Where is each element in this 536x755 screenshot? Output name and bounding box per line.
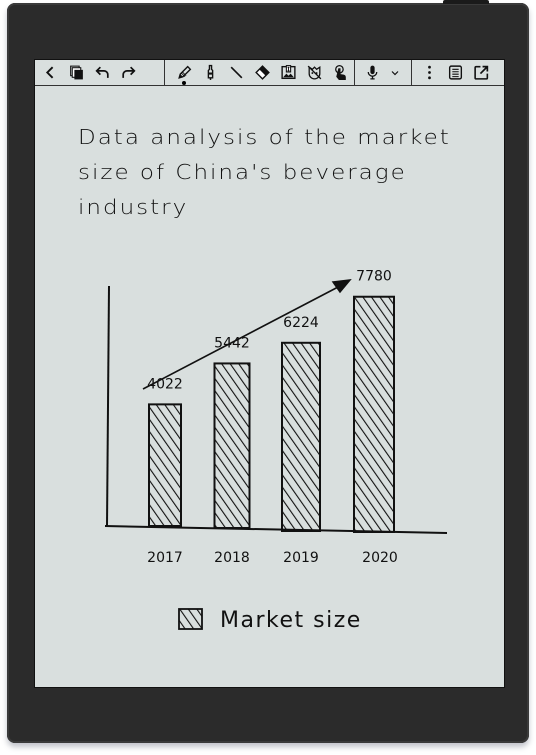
more-button[interactable]: [416, 61, 442, 85]
lasso-button[interactable]: [301, 61, 327, 85]
legend-swatch: [178, 608, 203, 630]
data-label-2019: 6224: [283, 315, 319, 331]
notes-icon: [448, 65, 462, 80]
undo-button[interactable]: [89, 61, 115, 85]
bar-2020: [353, 295, 395, 533]
voice-options-dropdown[interactable]: [385, 61, 405, 85]
marker-icon: [207, 64, 213, 80]
note-canvas[interactable]: Data analysis of the market size of Chin…: [35, 86, 504, 687]
export-button[interactable]: [468, 61, 494, 85]
microphone-icon: [367, 65, 377, 80]
undo-icon: [94, 66, 109, 78]
market-size-chart: 40222017544220186224201977802020 Market …: [104, 269, 448, 633]
more-vertical-icon: [427, 65, 431, 80]
toolbar-group-tools: [165, 60, 355, 85]
x-tick-2020: 2020: [362, 550, 398, 566]
bar-2017: [148, 403, 182, 528]
note-screen: Data analysis of the market size of Chin…: [34, 59, 505, 688]
touch-icon: [334, 64, 346, 80]
y-axis: [106, 285, 110, 527]
bar-2019: [281, 341, 321, 533]
trend-arrow-head: [331, 279, 352, 294]
back-button[interactable]: [37, 61, 63, 85]
legend-label: Market size: [220, 608, 362, 633]
eraser-icon: [254, 65, 270, 80]
line-tool-button[interactable]: [223, 61, 249, 85]
back-icon: [45, 66, 53, 79]
toolbar-group-voice: [355, 60, 412, 85]
x-tick-2017: 2017: [147, 550, 183, 566]
touch-toggle-button[interactable]: [327, 61, 353, 85]
pencil-icon: [177, 65, 191, 79]
x-tick-2019: 2019: [283, 550, 319, 566]
share-icon: [473, 65, 488, 80]
power-button[interactable]: [443, 0, 489, 4]
legend: Market size: [178, 608, 362, 633]
line-icon: [230, 66, 242, 79]
active-tool-indicator: [182, 80, 186, 85]
pages-button[interactable]: [63, 61, 89, 85]
note-list-button[interactable]: [442, 61, 468, 85]
x-tick-2018: 2018: [214, 550, 250, 566]
bar-2018: [213, 362, 251, 530]
chevron-down-icon: [391, 70, 399, 75]
toolbar-group-more: [412, 60, 504, 85]
image-insert-icon: [280, 65, 296, 80]
x-axis: [104, 525, 448, 534]
pages-icon: [69, 65, 83, 80]
marker-tool-button[interactable]: [197, 61, 223, 85]
data-label-2020: 7780: [356, 269, 392, 285]
redo-button[interactable]: [115, 61, 141, 85]
pen-tool-button[interactable]: [171, 61, 197, 85]
toolbar-group-navigation: [35, 60, 165, 85]
voice-button[interactable]: [359, 61, 385, 85]
toolbar: [35, 60, 504, 86]
eraser-tool-button[interactable]: [249, 61, 275, 85]
insert-image-button[interactable]: [275, 61, 301, 85]
lasso-off-icon: [307, 65, 321, 80]
redo-icon: [121, 66, 136, 78]
